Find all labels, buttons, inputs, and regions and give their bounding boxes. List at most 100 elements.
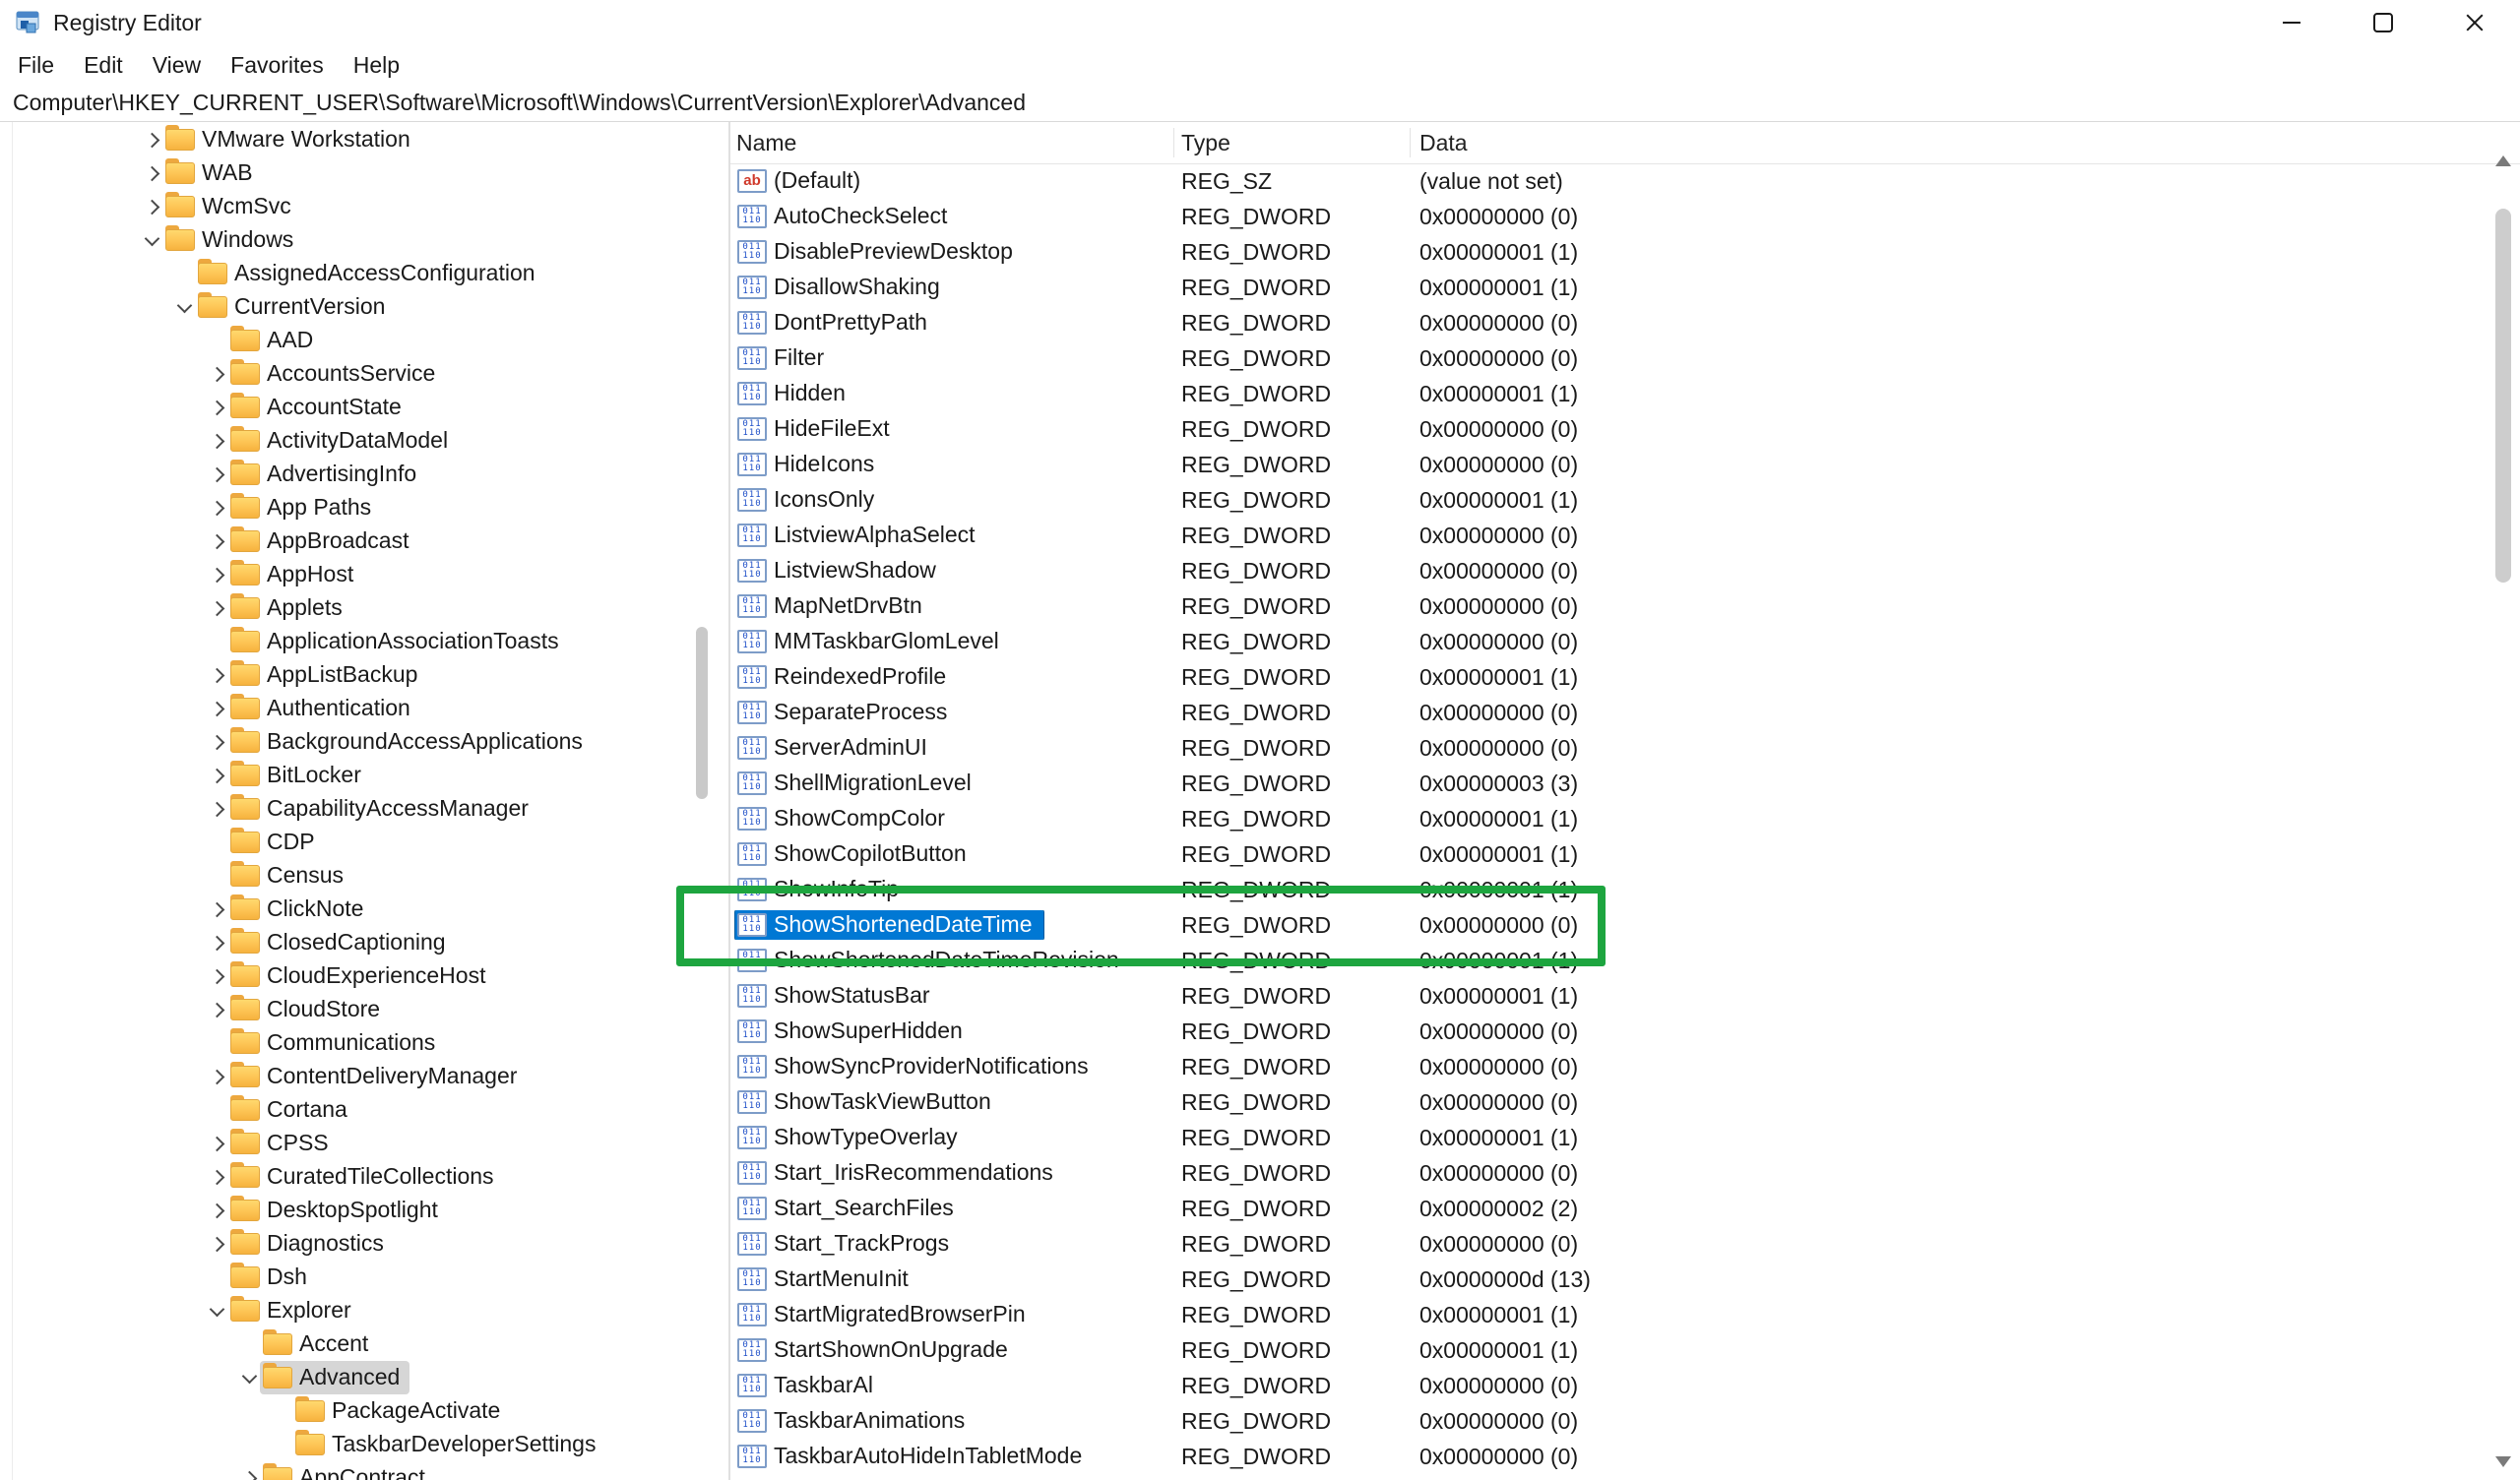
registry-value-row[interactable]: StartShownOnUpgrade REG_DWORD 0x00000001 (… bbox=[730, 1332, 2490, 1368]
column-header-type[interactable]: Type bbox=[1173, 130, 1410, 156]
registry-value-row[interactable]: Start_TrackProgs REG_DWORD 0x00000000 (0) bbox=[730, 1226, 2490, 1262]
tree-item-appcontract[interactable]: AppContract bbox=[0, 1461, 728, 1480]
tree-item-cloudstore[interactable]: CloudStore bbox=[0, 993, 728, 1026]
chevron-right-icon[interactable] bbox=[203, 1202, 230, 1218]
registry-value-row[interactable]: ShellMigrationLevel REG_DWORD 0x00000003 (… bbox=[730, 766, 2490, 801]
menu-view[interactable]: View bbox=[138, 45, 216, 85]
registry-value-row[interactable]: DisallowShaking REG_DWORD 0x00000001 (1) bbox=[730, 270, 2490, 305]
registry-value-row[interactable]: ListviewShadow REG_DWORD 0x00000000 (0) bbox=[730, 553, 2490, 588]
registry-value-row[interactable]: (Default) REG_SZ (value not set) bbox=[730, 163, 2490, 199]
tree-item-advertisinginfo[interactable]: AdvertisingInfo bbox=[0, 458, 728, 491]
chevron-right-icon[interactable] bbox=[138, 165, 165, 181]
chevron-right-icon[interactable] bbox=[203, 1002, 230, 1018]
column-header-name[interactable]: Name bbox=[730, 130, 1173, 156]
registry-value-row[interactable]: ShowInfoTip REG_DWORD 0x00000001 (1) bbox=[730, 872, 2490, 907]
registry-value-row[interactable]: ShowSyncProviderNotifications REG_DWORD 0x… bbox=[730, 1049, 2490, 1084]
list-scrollbar[interactable] bbox=[2490, 146, 2516, 1476]
tree-item-applistbackup[interactable]: AppListBackup bbox=[0, 658, 728, 692]
registry-value-row[interactable]: StartMenuInit REG_DWORD 0x0000000d (13) bbox=[730, 1262, 2490, 1297]
tree-item-explorer[interactable]: Explorer bbox=[0, 1294, 728, 1327]
registry-value-row[interactable]: Filter REG_DWORD 0x00000000 (0) bbox=[730, 340, 2490, 376]
menu-help[interactable]: Help bbox=[339, 45, 414, 85]
chevron-right-icon[interactable] bbox=[203, 901, 230, 917]
registry-value-row[interactable]: ShowCompColor REG_DWORD 0x00000001 (1) bbox=[730, 801, 2490, 836]
menu-edit[interactable]: Edit bbox=[69, 45, 138, 85]
chevron-right-icon[interactable] bbox=[203, 433, 230, 449]
chevron-right-icon[interactable] bbox=[203, 1136, 230, 1151]
chevron-right-icon[interactable] bbox=[203, 600, 230, 616]
chevron-right-icon[interactable] bbox=[203, 366, 230, 382]
tree-item-cdp[interactable]: CDP bbox=[0, 826, 728, 859]
chevron-right-icon[interactable] bbox=[203, 801, 230, 817]
tree-item-taskbardevelopersettings[interactable]: TaskbarDeveloperSettings bbox=[0, 1428, 728, 1461]
menu-favorites[interactable]: Favorites bbox=[216, 45, 339, 85]
registry-value-row[interactable]: ShowTypeOverlay REG_DWORD 0x00000001 (1) bbox=[730, 1120, 2490, 1155]
tree-item-app-paths[interactable]: App Paths bbox=[0, 491, 728, 524]
tree-item-applicationassociationtoasts[interactable]: ApplicationAssociationToasts bbox=[0, 625, 728, 658]
registry-value-row[interactable]: MapNetDrvBtn REG_DWORD 0x00000000 (0) bbox=[730, 588, 2490, 624]
tree-item-capabilityaccessmanager[interactable]: CapabilityAccessManager bbox=[0, 792, 728, 826]
tree-item-dsh[interactable]: Dsh bbox=[0, 1261, 728, 1294]
tree-item-wcmsvc[interactable]: WcmSvc bbox=[0, 190, 728, 223]
scroll-down-button[interactable] bbox=[2490, 1447, 2516, 1476]
tree-item-census[interactable]: Census bbox=[0, 859, 728, 893]
tree-item-authentication[interactable]: Authentication bbox=[0, 692, 728, 725]
registry-value-row[interactable]: HideIcons REG_DWORD 0x00000000 (0) bbox=[730, 447, 2490, 482]
tree-item-wab[interactable]: WAB bbox=[0, 156, 728, 190]
tree-item-clicknote[interactable]: ClickNote bbox=[0, 893, 728, 926]
tree-item-diagnostics[interactable]: Diagnostics bbox=[0, 1227, 728, 1261]
chevron-right-icon[interactable] bbox=[138, 199, 165, 215]
chevron-down-icon[interactable] bbox=[203, 1301, 230, 1317]
chevron-right-icon[interactable] bbox=[203, 400, 230, 415]
tree-item-vmware-workstation[interactable]: VMware Workstation bbox=[0, 123, 728, 156]
registry-value-row[interactable]: ShowCopilotButton REG_DWORD 0x00000001 (1) bbox=[730, 836, 2490, 872]
tree-item-bitlocker[interactable]: BitLocker bbox=[0, 759, 728, 792]
chevron-right-icon[interactable] bbox=[203, 567, 230, 583]
registry-value-row[interactable]: Start_IrisRecommendations REG_DWORD 0x0000… bbox=[730, 1155, 2490, 1191]
tree-item-advanced[interactable]: Advanced bbox=[0, 1361, 728, 1394]
registry-value-row[interactable]: ShowShortenedDateTimeRevision REG_DWORD 0x… bbox=[730, 943, 2490, 978]
list-scrollbar-thumb[interactable] bbox=[2495, 209, 2511, 583]
column-header-data[interactable]: Data bbox=[1410, 130, 2520, 156]
tree-item-communications[interactable]: Communications bbox=[0, 1026, 728, 1060]
chevron-right-icon[interactable] bbox=[203, 768, 230, 783]
registry-value-row[interactable]: SeparateProcess REG_DWORD 0x00000000 (0) bbox=[730, 695, 2490, 730]
registry-value-row[interactable]: StartMigratedBrowserPin REG_DWORD 0x000000… bbox=[730, 1297, 2490, 1332]
registry-value-row[interactable]: IconsOnly REG_DWORD 0x00000001 (1) bbox=[730, 482, 2490, 518]
tree-item-activitydatamodel[interactable]: ActivityDataModel bbox=[0, 424, 728, 458]
close-button[interactable] bbox=[2428, 0, 2520, 45]
registry-value-row[interactable]: ListviewAlphaSelect REG_DWORD 0x00000000 (… bbox=[730, 518, 2490, 553]
tree-item-aad[interactable]: AAD bbox=[0, 324, 728, 357]
tree-item-applets[interactable]: Applets bbox=[0, 591, 728, 625]
chevron-down-icon[interactable] bbox=[235, 1368, 263, 1384]
chevron-right-icon[interactable] bbox=[138, 132, 165, 148]
tree-item-contentdeliverymanager[interactable]: ContentDeliveryManager bbox=[0, 1060, 728, 1093]
registry-value-row[interactable]: ShowSuperHidden REG_DWORD 0x00000000 (0) bbox=[730, 1014, 2490, 1049]
tree-item-cpss[interactable]: CPSS bbox=[0, 1127, 728, 1160]
registry-value-row[interactable]: TaskbarAnimations REG_DWORD 0x00000000 (0) bbox=[730, 1403, 2490, 1439]
tree-item-desktopspotlight[interactable]: DesktopSpotlight bbox=[0, 1194, 728, 1227]
tree-item-assignedaccessconfiguration[interactable]: AssignedAccessConfiguration bbox=[0, 257, 728, 290]
chevron-right-icon[interactable] bbox=[203, 500, 230, 516]
tree-item-closedcaptioning[interactable]: ClosedCaptioning bbox=[0, 926, 728, 959]
tree-scrollbar-thumb[interactable] bbox=[696, 627, 708, 799]
chevron-right-icon[interactable] bbox=[203, 1069, 230, 1084]
registry-value-row[interactable]: DontPrettyPath REG_DWORD 0x00000000 (0) bbox=[730, 305, 2490, 340]
tree-item-curatedtilecollections[interactable]: CuratedTileCollections bbox=[0, 1160, 728, 1194]
tree-item-apphost[interactable]: AppHost bbox=[0, 558, 728, 591]
registry-value-row[interactable]: ShowShortenedDateTime REG_DWORD 0x00000000… bbox=[730, 907, 2490, 943]
registry-value-row[interactable]: Start_SearchFiles REG_DWORD 0x00000002 (2) bbox=[730, 1191, 2490, 1226]
chevron-right-icon[interactable] bbox=[203, 734, 230, 750]
registry-value-row[interactable]: TaskbarAl REG_DWORD 0x00000000 (0) bbox=[730, 1368, 2490, 1403]
registry-value-row[interactable]: AutoCheckSelect REG_DWORD 0x00000000 (0) bbox=[730, 199, 2490, 234]
maximize-button[interactable] bbox=[2337, 0, 2428, 45]
registry-value-row[interactable]: ShowStatusBar REG_DWORD 0x00000001 (1) bbox=[730, 978, 2490, 1014]
header-separator[interactable] bbox=[1173, 128, 1174, 157]
tree-item-currentversion[interactable]: CurrentVersion bbox=[0, 290, 728, 324]
chevron-right-icon[interactable] bbox=[203, 1169, 230, 1185]
chevron-down-icon[interactable] bbox=[170, 297, 198, 313]
chevron-right-icon[interactable] bbox=[203, 533, 230, 549]
chevron-right-icon[interactable] bbox=[203, 701, 230, 716]
tree-item-backgroundaccessapplications[interactable]: BackgroundAccessApplications bbox=[0, 725, 728, 759]
tree-item-cloudexperiencehost[interactable]: CloudExperienceHost bbox=[0, 959, 728, 993]
